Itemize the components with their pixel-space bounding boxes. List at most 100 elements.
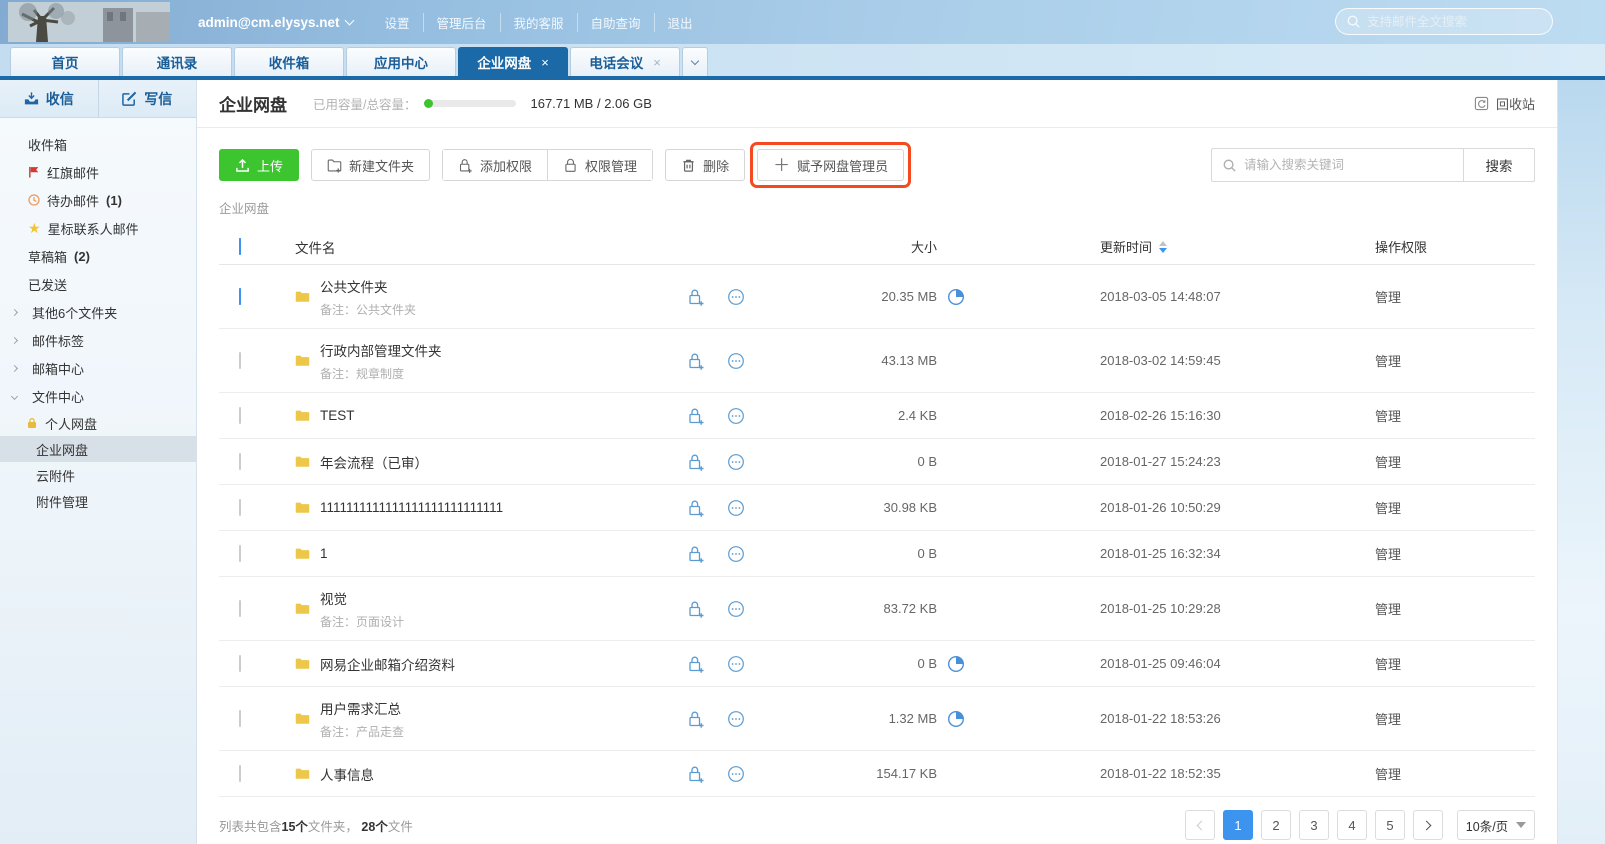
sidebar-item-personal-disk[interactable]: 个人网盘	[0, 410, 196, 436]
lock-plus-icon[interactable]	[687, 352, 705, 370]
file-name[interactable]: 用户需求汇总	[320, 698, 404, 718]
file-name[interactable]: 公共文件夹	[320, 276, 416, 296]
tab-home[interactable]: 首页	[10, 47, 120, 76]
prev-page-button[interactable]	[1185, 810, 1215, 840]
sidebar-item-mail-tags[interactable]: 邮件标签	[0, 326, 196, 354]
sidebar-item-other-folders[interactable]: 其他6个文件夹	[0, 298, 196, 326]
more-actions-icon[interactable]	[727, 710, 745, 728]
compose-mail-button[interactable]: 写信	[98, 80, 197, 117]
lock-plus-icon[interactable]	[687, 600, 705, 618]
mail-fulltext-search[interactable]	[1335, 8, 1553, 35]
permission-link[interactable]: 管理	[1375, 602, 1401, 617]
close-icon[interactable]	[541, 56, 549, 69]
permission-link[interactable]: 管理	[1375, 547, 1401, 562]
file-name[interactable]: 1111111111111111111111111111	[320, 500, 503, 515]
permission-link[interactable]: 管理	[1375, 455, 1401, 470]
breadcrumb[interactable]: 企业网盘	[219, 198, 1535, 217]
more-actions-icon[interactable]	[727, 352, 745, 370]
row-checkbox[interactable]	[239, 600, 241, 617]
more-actions-icon[interactable]	[727, 499, 745, 517]
sidebar-item-inbox[interactable]: 收件箱	[0, 130, 196, 158]
capacity-pie-icon[interactable]	[947, 655, 965, 673]
more-actions-icon[interactable]	[727, 765, 745, 783]
more-actions-icon[interactable]	[727, 545, 745, 563]
row-checkbox[interactable]	[239, 453, 241, 470]
next-page-button[interactable]	[1413, 810, 1443, 840]
close-icon[interactable]	[653, 56, 661, 69]
capacity-pie-icon[interactable]	[947, 710, 965, 728]
sidebar-item-enterprise-disk[interactable]: 企业网盘	[0, 436, 196, 462]
sidebar-item-cloud-attachments[interactable]: 云附件	[0, 462, 196, 488]
row-checkbox[interactable]	[239, 710, 241, 727]
lock-plus-icon[interactable]	[687, 407, 705, 425]
row-checkbox[interactable]	[239, 352, 241, 369]
sidebar-item-attachment-management[interactable]: 附件管理	[0, 488, 196, 514]
topbar-link-admin-console[interactable]: 管理后台	[423, 13, 500, 32]
capacity-pie-icon[interactable]	[947, 288, 965, 306]
search-button[interactable]: 搜索	[1463, 148, 1535, 182]
file-search-input[interactable]	[1244, 158, 1453, 172]
permission-link[interactable]: 管理	[1375, 501, 1401, 516]
topbar-link-logout[interactable]: 退出	[654, 13, 706, 32]
more-actions-icon[interactable]	[727, 453, 745, 471]
sidebar-item-file-center[interactable]: 文件中心	[0, 382, 196, 410]
new-folder-button[interactable]: 新建文件夹	[311, 149, 430, 181]
more-actions-icon[interactable]	[727, 288, 745, 306]
page-button-3[interactable]: 3	[1299, 810, 1329, 840]
file-name[interactable]: 网易企业邮箱介绍资料	[320, 654, 455, 674]
row-checkbox[interactable]	[239, 655, 241, 672]
page-size-select[interactable]: 10条/页	[1457, 810, 1535, 840]
page-button-2[interactable]: 2	[1261, 810, 1291, 840]
mail-search-input[interactable]	[1367, 15, 1542, 29]
sidebar-item-mailbox-center[interactable]: 邮箱中心	[0, 354, 196, 382]
receive-mail-button[interactable]: 收信	[0, 80, 98, 117]
topbar-link-customer-service[interactable]: 我的客服	[500, 13, 577, 32]
row-checkbox[interactable]	[239, 545, 241, 562]
file-name[interactable]: 行政内部管理文件夹	[320, 340, 442, 360]
page-button-1[interactable]: 1	[1223, 810, 1253, 840]
permission-link[interactable]: 管理	[1375, 712, 1401, 727]
tab-enterprise-disk[interactable]: 企业网盘	[458, 47, 568, 76]
sidebar-item-starred-contacts[interactable]: 星标联系人邮件	[0, 214, 196, 242]
file-name[interactable]: 视觉	[320, 588, 404, 608]
lock-plus-icon[interactable]	[687, 765, 705, 783]
file-name[interactable]: 1	[320, 546, 328, 561]
file-name[interactable]: 人事信息	[320, 764, 374, 784]
page-button-4[interactable]: 4	[1337, 810, 1367, 840]
sidebar-item-todo[interactable]: 待办邮件(1)	[0, 186, 196, 214]
tab-inbox[interactable]: 收件箱	[234, 47, 344, 76]
sidebar-item-drafts[interactable]: 草稿箱(2)	[0, 242, 196, 270]
lock-plus-icon[interactable]	[687, 453, 705, 471]
tab-app-center[interactable]: 应用中心	[346, 47, 456, 76]
lock-plus-icon[interactable]	[687, 655, 705, 673]
select-all-checkbox[interactable]	[239, 238, 241, 255]
file-name[interactable]: 年会流程（已审）	[320, 452, 428, 472]
more-actions-icon[interactable]	[727, 407, 745, 425]
upload-button[interactable]: 上传	[219, 149, 299, 181]
tab-contacts[interactable]: 通讯录	[122, 47, 232, 76]
topbar-link-settings[interactable]: 设置	[371, 13, 422, 32]
permission-link[interactable]: 管理	[1375, 767, 1401, 782]
lock-plus-icon[interactable]	[687, 545, 705, 563]
sort-time-button[interactable]	[1159, 241, 1167, 253]
tab-overflow-button[interactable]	[682, 47, 708, 76]
delete-button[interactable]: 删除	[665, 149, 745, 181]
recycle-bin-link[interactable]: 回收站	[1474, 94, 1535, 113]
lock-plus-icon[interactable]	[687, 710, 705, 728]
more-actions-icon[interactable]	[727, 655, 745, 673]
row-checkbox[interactable]	[239, 288, 241, 305]
more-actions-icon[interactable]	[727, 600, 745, 618]
permission-link[interactable]: 管理	[1375, 290, 1401, 305]
row-checkbox[interactable]	[239, 407, 241, 424]
permission-link[interactable]: 管理	[1375, 657, 1401, 672]
add-permission-button[interactable]: 添加权限	[443, 150, 547, 180]
topbar-link-self-query[interactable]: 自助查询	[577, 13, 654, 32]
file-name[interactable]: TEST	[320, 408, 355, 423]
assign-disk-admin-button[interactable]: ＋ 赋予网盘管理员	[757, 149, 904, 181]
permission-link[interactable]: 管理	[1375, 409, 1401, 424]
lock-plus-icon[interactable]	[687, 499, 705, 517]
tab-phone-conference[interactable]: 电话会议	[570, 47, 680, 76]
lock-plus-icon[interactable]	[687, 288, 705, 306]
permission-management-button[interactable]: 权限管理	[547, 150, 652, 180]
sidebar-item-flagged[interactable]: 红旗邮件	[0, 158, 196, 186]
